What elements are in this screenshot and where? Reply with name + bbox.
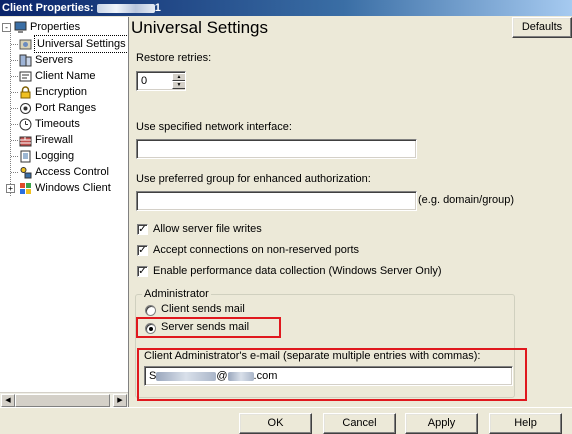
restore-retries-label: Restore retries:	[136, 52, 212, 64]
lock-icon	[19, 85, 32, 99]
redacted-email-domain	[227, 371, 254, 381]
tree-expander[interactable]: +	[6, 184, 15, 193]
tree-item-label: Client Name	[35, 70, 96, 82]
tree-item-client-name[interactable]: Client Name	[19, 68, 96, 84]
window-title-bar[interactable]: Client Properties: 1	[0, 0, 572, 16]
performance-data-checkbox[interactable]: ✓	[137, 266, 148, 277]
allow-server-file-writes-label: Allow server file writes	[153, 223, 262, 235]
tree-item-label: Windows Client	[35, 182, 111, 194]
admin-email-end: .com	[253, 370, 278, 382]
accept-nonreserved-ports-label: Accept connections on non-reserved ports	[153, 244, 360, 256]
admin-email-input[interactable]: S @ .com	[144, 366, 513, 386]
admin-email-label: Client Administrator's e-mail (separate …	[144, 350, 481, 362]
id-card-icon	[19, 70, 32, 83]
cancel-button[interactable]: Cancel	[323, 413, 396, 434]
access-control-icon	[19, 166, 32, 179]
client-sends-mail-label: Client sends mail	[161, 303, 245, 315]
accept-nonreserved-ports-checkbox[interactable]: ✓	[137, 245, 148, 256]
admin-email-start: S	[149, 370, 157, 382]
tree-expander[interactable]: -	[2, 22, 11, 32]
restore-retries-value: 0	[141, 75, 148, 87]
scroll-left-arrow-icon[interactable]: ◀	[1, 394, 15, 407]
tree-item-servers[interactable]: Servers	[19, 52, 73, 68]
preferred-group-label: Use preferred group for enhanced authori…	[136, 173, 371, 185]
tree-item-label: Servers	[35, 54, 73, 66]
dialog-button-bar: OK Cancel Apply Help	[0, 407, 572, 434]
tree-item-label: Access Control	[35, 166, 109, 178]
tree-item-universal-settings[interactable]: Universal Settings	[19, 35, 128, 53]
tree-item-label: Logging	[35, 150, 75, 162]
tree-item-logging[interactable]: Logging	[19, 148, 74, 164]
administrator-group-label: Administrator	[142, 288, 211, 300]
firewall-icon	[19, 134, 32, 147]
defaults-button[interactable]: Defaults	[512, 17, 572, 38]
apply-button[interactable]: Apply	[405, 413, 478, 434]
tree-item-timeouts[interactable]: Timeouts	[19, 116, 80, 132]
window-title-suffix: 1	[154, 2, 161, 14]
tree-item-port-ranges[interactable]: Port Ranges	[19, 100, 96, 116]
scroll-right-arrow-icon[interactable]: ▶	[113, 394, 127, 407]
settings-gear-icon	[19, 38, 32, 51]
computer-icon	[14, 21, 27, 34]
preferred-group-hint: (e.g. domain/group)	[418, 194, 514, 206]
tree-item-label: Properties	[30, 21, 81, 33]
server-sends-mail-radio[interactable]	[145, 323, 156, 334]
redacted-hostname	[96, 3, 155, 13]
preferred-group-input[interactable]	[136, 191, 417, 211]
allow-server-file-writes-checkbox[interactable]: ✓	[137, 224, 148, 235]
client-sends-mail-radio[interactable]	[145, 305, 156, 316]
performance-data-label: Enable performance data collection (Wind…	[153, 265, 442, 277]
network-interface-input[interactable]	[136, 139, 417, 159]
tree-horizontal-scrollbar[interactable]: ◀ ▶	[0, 392, 128, 407]
tree-item-label: Timeouts	[35, 118, 80, 130]
help-button[interactable]: Help	[489, 413, 562, 434]
ok-button[interactable]: OK	[239, 413, 312, 434]
tree-item-encryption[interactable]: Encryption	[19, 84, 87, 100]
restore-retries-input[interactable]: 0 ▲ ▼	[136, 71, 186, 91]
tree-item-properties[interactable]: - Properties	[2, 19, 80, 35]
spin-up-arrow-icon[interactable]: ▲	[172, 73, 185, 81]
server-sends-mail-label: Server sends mail	[161, 321, 250, 333]
log-icon	[19, 150, 32, 163]
page-title: Universal Settings	[131, 18, 269, 37]
tree-item-label: Encryption	[35, 86, 87, 98]
clock-icon	[19, 118, 32, 131]
windows-client-icon	[19, 182, 32, 195]
tree-item-label: Firewall	[35, 134, 73, 146]
port-icon	[19, 102, 32, 115]
tree-item-access-control[interactable]: Access Control	[19, 164, 109, 180]
scrollbar-thumb[interactable]	[15, 394, 110, 407]
tree-item-label: Port Ranges	[35, 102, 97, 114]
properties-tree[interactable]: - Properties Universal Settings Servers	[0, 17, 129, 407]
network-interface-label: Use specified network interface:	[136, 121, 292, 133]
admin-email-at: @	[216, 370, 228, 382]
redacted-email-user	[156, 371, 217, 381]
server-icon	[19, 54, 32, 67]
window-title-prefix: Client Properties:	[2, 2, 94, 14]
settings-panel: Universal Settings Defaults Restore retr…	[131, 17, 572, 407]
tree-item-firewall[interactable]: Firewall	[19, 132, 73, 148]
tree-item-label: Universal Settings	[34, 35, 128, 53]
spin-down-arrow-icon[interactable]: ▼	[172, 81, 185, 89]
tree-item-windows-client[interactable]: Windows Client	[19, 180, 111, 196]
